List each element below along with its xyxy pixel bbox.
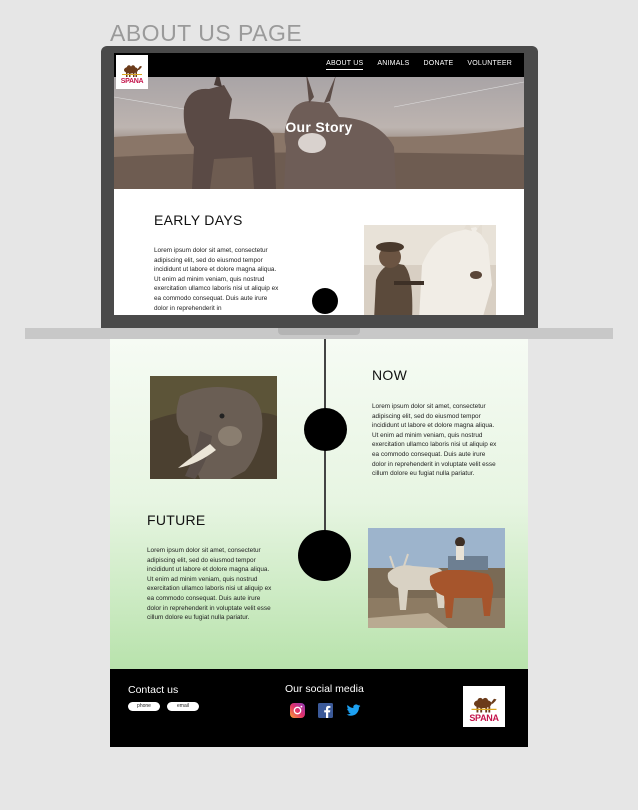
early-days-text: Lorem ipsum dolor sit amet, consectetur … xyxy=(154,247,279,312)
future-heading: FUTURE xyxy=(147,512,206,528)
footer-logo-text: SPANA xyxy=(469,713,499,723)
page-heading: ABOUT US PAGE xyxy=(110,20,303,46)
nav-donate[interactable]: DONATE xyxy=(424,60,454,70)
instagram-icon[interactable] xyxy=(290,703,305,718)
timeline-dot-early xyxy=(312,288,338,314)
early-days-photo xyxy=(364,221,496,315)
laptop-notch xyxy=(278,328,360,335)
now-heading: NOW xyxy=(372,367,408,383)
oxen-photo xyxy=(368,528,505,628)
camel-logo-icon xyxy=(471,697,497,713)
footer-logo[interactable]: SPANA xyxy=(463,686,505,727)
timeline-dot-future xyxy=(298,530,351,581)
social-title: Our social media xyxy=(285,683,364,695)
early-days-heading: EARLY DAYS xyxy=(154,212,243,228)
camel-logo-icon xyxy=(122,65,142,77)
contact-title: Contact us xyxy=(128,684,179,696)
logo-text: SPANA xyxy=(120,78,144,85)
elephant-photo xyxy=(150,376,277,479)
logo[interactable]: SPANA xyxy=(116,55,148,89)
twitter-icon[interactable] xyxy=(346,703,361,718)
timeline-dot-now xyxy=(304,408,347,451)
nav-bar: ABOUT US ANIMALS DONATE VOLUNTEER xyxy=(114,53,524,77)
email-button[interactable]: email xyxy=(167,702,199,711)
hero-banner: Our Story xyxy=(114,77,524,189)
now-text: Lorem ipsum dolor sit amet, consectetur … xyxy=(372,403,497,478)
elephant-image xyxy=(150,376,277,479)
nav-animals[interactable]: ANIMALS xyxy=(377,60,409,70)
nav-about-us[interactable]: ABOUT US xyxy=(326,60,364,70)
phone-button[interactable]: phone xyxy=(128,702,160,711)
social-icons xyxy=(290,703,361,718)
facebook-icon[interactable] xyxy=(318,703,333,718)
future-text: Lorem ipsum dolor sit amet, consectetur … xyxy=(147,547,272,622)
oxen-cart-image xyxy=(368,528,505,628)
hero-title: Our Story xyxy=(285,119,353,135)
man-with-horse-image xyxy=(364,221,496,315)
laptop-screen: ABOUT US ANIMALS DONATE VOLUNTEER SPANA xyxy=(114,53,524,315)
nav-volunteer[interactable]: VOLUNTEER xyxy=(467,60,512,70)
nav-links: ABOUT US ANIMALS DONATE VOLUNTEER xyxy=(326,60,512,70)
